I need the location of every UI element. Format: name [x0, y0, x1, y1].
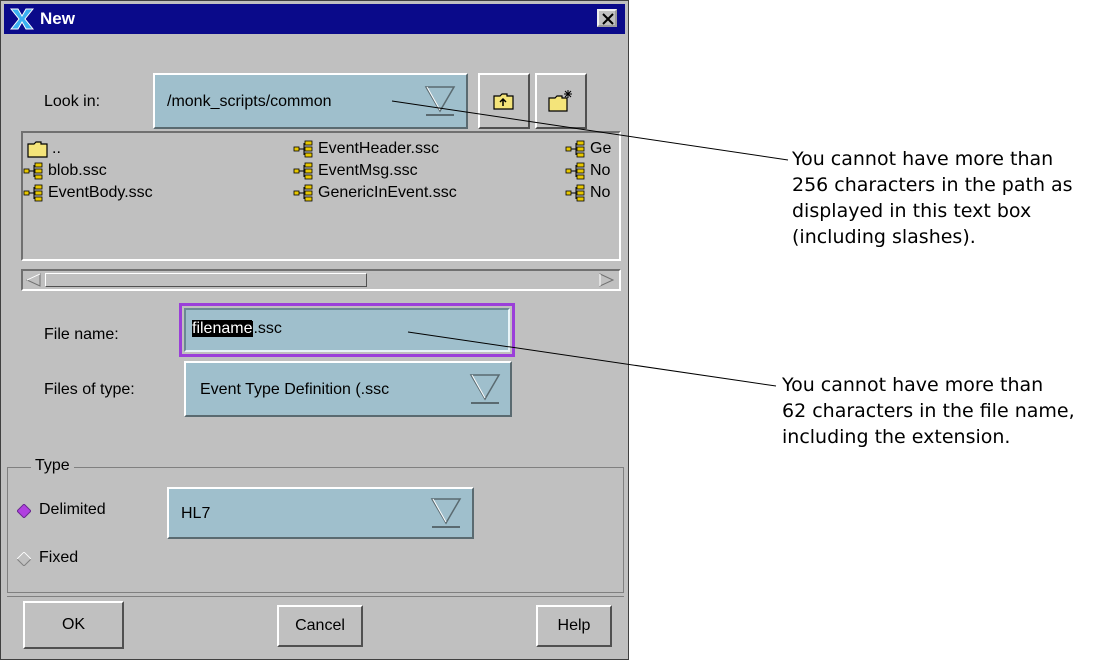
cancel-button[interactable]: Cancel — [277, 605, 363, 647]
type-group-legend: Type — [31, 457, 74, 475]
scroll-right-icon[interactable] — [599, 273, 615, 287]
up-folder-button[interactable] — [478, 73, 530, 129]
note-line: You cannot have more than — [782, 374, 1044, 396]
file-name-label: File name: — [44, 326, 119, 343]
list-item[interactable]: No — [565, 161, 610, 181]
list-item[interactable]: No — [565, 183, 610, 203]
tree-structure-icon — [293, 184, 313, 202]
file-name: No — [590, 162, 611, 179]
file-name-focus-ring: filename.ssc — [179, 303, 515, 357]
list-item[interactable]: EventMsg.ssc — [293, 161, 418, 181]
dropdown-arrow-icon[interactable] — [468, 371, 502, 405]
list-item[interactable]: EventHeader.ssc — [293, 139, 439, 159]
tree-structure-icon — [565, 184, 585, 202]
note-line: including the extension. — [782, 426, 1011, 448]
note-line: (including slashes). — [792, 226, 976, 248]
list-item-parent-folder[interactable]: .. — [27, 139, 61, 159]
list-item[interactable]: Ge — [565, 139, 611, 159]
tree-structure-icon — [565, 140, 585, 158]
file-list[interactable]: .. blob.ssc EventBody.ssc EventHeader.ss… — [21, 131, 621, 261]
new-file-dialog: New Look in: /monk_scripts/common .. blo… — [0, 0, 629, 660]
file-name: GenericInEvent.ssc — [318, 184, 457, 201]
radio-selected-icon — [17, 504, 31, 518]
tree-structure-icon — [293, 140, 313, 158]
note-line: 62 characters in the file name, — [782, 400, 1075, 422]
horizontal-scrollbar[interactable] — [21, 269, 621, 291]
title-bar[interactable]: New — [4, 4, 625, 34]
close-icon — [602, 13, 614, 25]
scroll-left-icon[interactable] — [25, 273, 41, 287]
file-name: blob.ssc — [48, 162, 107, 179]
file-name: EventMsg.ssc — [318, 162, 418, 179]
fixed-label: Fixed — [39, 549, 79, 566]
file-name: No — [590, 184, 611, 201]
file-name: Ge — [590, 140, 612, 157]
x-logo-icon — [10, 8, 34, 30]
delimiter-value: HL7 — [181, 505, 211, 522]
window-title: New — [40, 9, 75, 28]
files-of-type-combo[interactable]: Event Type Definition (.ssc — [184, 361, 512, 417]
list-item[interactable]: GenericInEvent.ssc — [293, 183, 457, 203]
divider — [7, 596, 624, 597]
note-line: 256 characters in the path as — [792, 174, 1073, 196]
folder-icon — [27, 141, 48, 158]
file-name-input[interactable]: filename.ssc — [184, 308, 510, 352]
tree-structure-icon — [293, 162, 313, 180]
dropdown-arrow-icon[interactable] — [429, 495, 463, 529]
files-of-type-label: Files of type: — [44, 381, 135, 398]
note-line: You cannot have more than — [792, 148, 1054, 170]
scroll-thumb[interactable] — [45, 273, 367, 287]
list-item[interactable]: EventBody.ssc — [23, 183, 153, 203]
file-name: EventBody.ssc — [48, 184, 153, 201]
look-in-combo[interactable]: /monk_scripts/common — [153, 73, 468, 129]
look-in-label: Look in: — [44, 93, 101, 110]
note-line: displayed in this text box — [792, 200, 1032, 222]
new-folder-icon — [548, 90, 572, 112]
help-button[interactable]: Help — [536, 605, 612, 647]
dropdown-arrow-icon[interactable] — [423, 83, 457, 117]
look-in-value: /monk_scripts/common — [167, 93, 332, 110]
files-of-type-value: Event Type Definition (.ssc — [200, 381, 390, 398]
delimiter-combo[interactable]: HL7 — [167, 487, 474, 539]
new-folder-button[interactable] — [535, 73, 587, 129]
file-name-extension: .ssc — [253, 320, 282, 337]
filename-length-note: You cannot have more than 62 characters … — [782, 372, 1075, 450]
path-length-note: You cannot have more than 256 characters… — [792, 146, 1073, 250]
file-name: .. — [52, 140, 61, 157]
radio-unselected-icon — [17, 552, 31, 566]
file-name: EventHeader.ssc — [318, 140, 439, 157]
ok-button[interactable]: OK — [23, 601, 124, 649]
list-item[interactable]: blob.ssc — [23, 161, 107, 181]
file-name-text: filename.ssc — [192, 320, 282, 338]
file-name-selection: filename — [192, 320, 253, 337]
up-folder-icon — [493, 93, 514, 110]
close-button[interactable] — [597, 9, 617, 27]
tree-structure-icon — [565, 162, 585, 180]
tree-structure-icon — [23, 184, 43, 202]
tree-structure-icon — [23, 162, 43, 180]
delimited-label: Delimited — [39, 501, 106, 518]
